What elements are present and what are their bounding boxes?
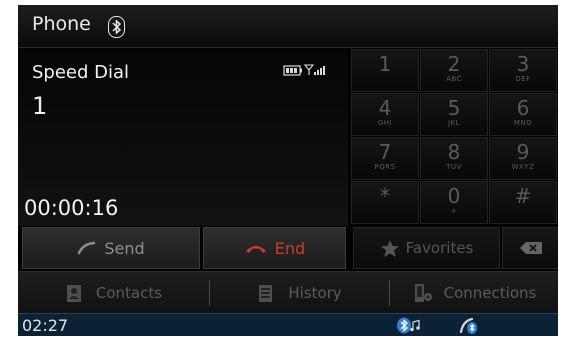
bluetooth-phone-icon: [459, 317, 479, 336]
call-info-panel: Speed Dial 1 00:00:16: [18, 48, 348, 226]
key-digit: 2: [447, 52, 461, 76]
keypad-key[interactable]: 4 GHI: [351, 93, 419, 136]
status-bar: 02:27: [18, 313, 558, 336]
keypad-key[interactable]: 0 +: [420, 181, 488, 224]
history-label: History: [288, 284, 342, 302]
dialed-number: 1: [32, 92, 48, 120]
keypad-key[interactable]: 3 DEF: [489, 49, 557, 92]
page-title: Phone: [32, 13, 91, 35]
key-letters: MNO: [513, 119, 533, 127]
key-digit: 5: [447, 96, 461, 120]
key-digit: #: [514, 184, 532, 208]
keypad-key[interactable]: 2 ABC: [420, 49, 488, 92]
bluetooth-audio-icon: [396, 317, 424, 336]
call-timer: 00:00:16: [24, 196, 119, 220]
battery-icon: [283, 65, 302, 76]
call-history-icon: [259, 285, 273, 302]
device-status-icons: [283, 62, 327, 81]
connections-label: Connections: [443, 284, 537, 302]
favorites-button[interactable]: Favorites: [353, 227, 500, 269]
key-letters: DEF: [515, 75, 531, 83]
star-icon: [380, 239, 399, 257]
end-label: End: [274, 238, 306, 258]
dial-keypad: 1 2 ABC 3 DEF 4 GHI 5 JKL 6 MNO 7 PQRS 8 TUV 9 WXYZ * 0 + #: [350, 48, 558, 226]
key-digit: 8: [447, 140, 461, 164]
key-letters: WXYZ: [511, 163, 535, 171]
favorites-label: Favorites: [405, 239, 474, 257]
key-digit: 7: [378, 140, 392, 164]
key-digit: 1: [378, 52, 392, 76]
keypad-key[interactable]: 1: [351, 49, 419, 92]
contacts-button[interactable]: Contacts: [18, 272, 208, 314]
send-label: Send: [104, 238, 145, 258]
keypad-key[interactable]: 6 MNO: [489, 93, 557, 136]
key-digit: 3: [516, 52, 530, 76]
title-bar: Phone: [18, 5, 558, 48]
key-letters: JKL: [447, 119, 461, 127]
keypad-key[interactable]: 9 WXYZ: [489, 137, 557, 180]
hang-up-icon: [245, 246, 266, 253]
keypad-key[interactable]: #: [489, 181, 557, 224]
key-digit: 9: [516, 140, 530, 164]
contacts-icon: [66, 285, 81, 302]
clock: 02:27: [22, 316, 69, 335]
send-button[interactable]: Send: [22, 227, 200, 269]
keypad-key[interactable]: 7 PQRS: [351, 137, 419, 180]
end-call-button[interactable]: End: [203, 227, 346, 269]
bluetooth-icon: [108, 16, 125, 38]
backspace-button[interactable]: [502, 227, 558, 269]
key-digit: 0: [447, 184, 461, 208]
key-letters: +: [450, 207, 458, 215]
key-letters: TUV: [446, 163, 462, 171]
phone-screen: Phone Speed Dial 1 00:00:16 Send End 1 2…: [18, 5, 558, 336]
phone-handset-icon: [78, 241, 96, 255]
backspace-icon: [520, 242, 542, 254]
bottom-menu: Contacts History Connections: [18, 271, 558, 314]
key-digit: *: [380, 184, 390, 208]
keypad-key[interactable]: 8 TUV: [420, 137, 488, 180]
key-letters: ABC: [446, 75, 462, 83]
call-type-label: Speed Dial: [32, 62, 130, 83]
key-digit: 6: [516, 96, 530, 120]
key-letters: PQRS: [374, 163, 396, 171]
connections-icon: [414, 284, 432, 302]
keypad-key[interactable]: 5 JKL: [420, 93, 488, 136]
key-digit: 4: [378, 96, 392, 120]
keypad-key[interactable]: *: [351, 181, 419, 224]
history-button[interactable]: History: [210, 272, 388, 314]
key-letters: GHI: [377, 119, 393, 127]
contacts-label: Contacts: [95, 284, 163, 302]
connections-button[interactable]: Connections: [390, 272, 558, 314]
signal-icon: [303, 64, 325, 75]
